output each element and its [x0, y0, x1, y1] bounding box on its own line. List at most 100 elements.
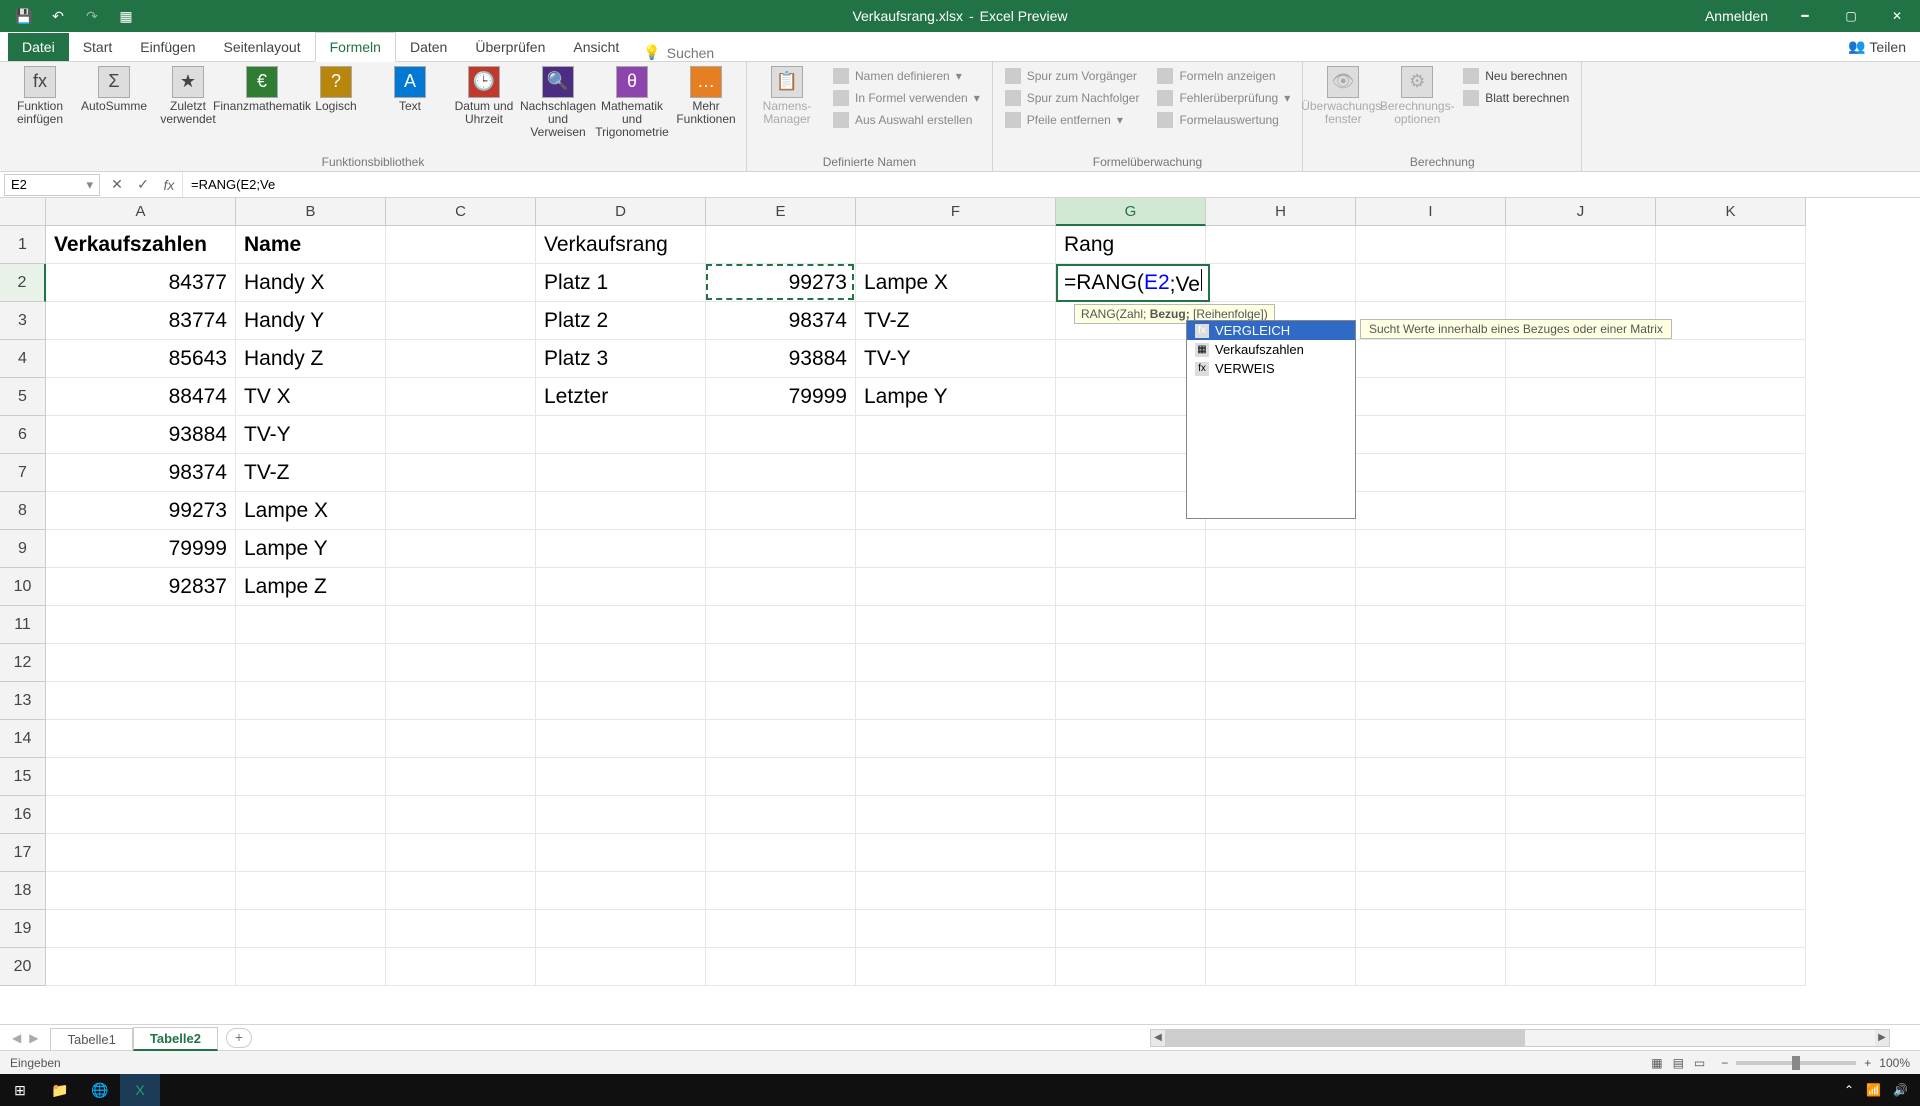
cell[interactable]: Lampe X [856, 264, 1056, 302]
active-cell-editor[interactable]: =RANG(E2;Ve [1056, 264, 1210, 302]
cell[interactable] [236, 872, 386, 910]
cell[interactable]: 92837 [46, 568, 236, 606]
cell[interactable] [1356, 492, 1506, 530]
cell[interactable] [536, 910, 706, 948]
cell[interactable] [1506, 416, 1656, 454]
cell[interactable] [1656, 796, 1806, 834]
cell[interactable] [536, 758, 706, 796]
cell[interactable] [1656, 378, 1806, 416]
formula-input[interactable]: =RANG(E2;Ve [182, 172, 1920, 197]
cell[interactable] [1056, 834, 1206, 872]
column-header[interactable]: H [1206, 198, 1356, 226]
column-header[interactable]: G [1056, 198, 1206, 226]
cell[interactable] [1506, 492, 1656, 530]
cell[interactable] [1206, 644, 1356, 682]
row-header[interactable]: 4 [0, 340, 46, 378]
cell[interactable]: Lampe Y [236, 530, 386, 568]
cell[interactable] [1356, 340, 1506, 378]
sheet-tab[interactable]: Tabelle2 [133, 1027, 218, 1051]
share-button[interactable]: 👥 Teilen [1834, 32, 1920, 61]
cell[interactable] [536, 682, 706, 720]
cell[interactable]: Lampe Z [236, 568, 386, 606]
tab-file[interactable]: Datei [8, 33, 69, 61]
cell[interactable] [856, 682, 1056, 720]
cell[interactable] [46, 682, 236, 720]
cell[interactable] [1506, 682, 1656, 720]
cell[interactable] [1656, 606, 1806, 644]
cell[interactable] [1656, 644, 1806, 682]
logical-button[interactable]: ?Logisch [304, 66, 368, 113]
cell[interactable]: 85643 [46, 340, 236, 378]
row-header[interactable]: 13 [0, 682, 46, 720]
cell[interactable]: TV-Y [856, 340, 1056, 378]
cell[interactable] [386, 720, 536, 758]
tab-start[interactable]: Start [69, 33, 127, 61]
column-header[interactable]: C [386, 198, 536, 226]
calculate-now-button[interactable]: Neu berechnen [1459, 66, 1573, 86]
text-button[interactable]: AText [378, 66, 442, 113]
cell[interactable] [1356, 834, 1506, 872]
date-time-button[interactable]: 🕒Datum und Uhrzeit [452, 66, 516, 126]
tab-nav-next-icon[interactable]: ▶ [29, 1031, 38, 1045]
normal-view-icon[interactable]: ▦ [1651, 1056, 1662, 1070]
cell[interactable] [1506, 910, 1656, 948]
cell[interactable] [1056, 948, 1206, 986]
cell[interactable] [1206, 568, 1356, 606]
row-header[interactable]: 18 [0, 872, 46, 910]
cell[interactable] [706, 948, 856, 986]
cell[interactable]: Platz 3 [536, 340, 706, 378]
cell[interactable]: 98374 [46, 454, 236, 492]
cell[interactable] [236, 758, 386, 796]
cell[interactable] [386, 454, 536, 492]
cell[interactable] [1356, 530, 1506, 568]
cell[interactable] [1206, 264, 1356, 302]
zoom-out-icon[interactable]: − [1721, 1056, 1728, 1070]
cell[interactable] [536, 454, 706, 492]
close-icon[interactable]: ✕ [1874, 0, 1920, 32]
cell[interactable] [1206, 226, 1356, 264]
cell[interactable] [536, 530, 706, 568]
cell[interactable] [386, 948, 536, 986]
network-icon[interactable]: 📶 [1866, 1083, 1881, 1097]
cell[interactable]: Platz 1 [536, 264, 706, 302]
cell[interactable] [1206, 948, 1356, 986]
column-header[interactable]: E [706, 198, 856, 226]
cell[interactable] [46, 872, 236, 910]
enter-formula-icon[interactable]: ✓ [130, 176, 156, 193]
zoom-in-icon[interactable]: + [1864, 1056, 1871, 1070]
cell[interactable] [856, 720, 1056, 758]
cell[interactable] [1356, 758, 1506, 796]
cell[interactable] [236, 948, 386, 986]
scrollbar-thumb[interactable] [1165, 1030, 1525, 1046]
row-header[interactable]: 17 [0, 834, 46, 872]
cell[interactable] [536, 796, 706, 834]
cell[interactable] [1356, 720, 1506, 758]
cell[interactable]: 99273 [706, 264, 856, 302]
excel-taskbar-icon[interactable]: X [120, 1074, 160, 1106]
cell[interactable] [1656, 758, 1806, 796]
cell[interactable] [1656, 834, 1806, 872]
cell[interactable] [856, 948, 1056, 986]
cell[interactable] [706, 226, 856, 264]
cell[interactable] [1356, 644, 1506, 682]
zoom-slider[interactable] [1736, 1061, 1856, 1065]
cell[interactable]: Platz 2 [536, 302, 706, 340]
row-header[interactable]: 8 [0, 492, 46, 530]
cancel-formula-icon[interactable]: ✕ [104, 176, 130, 193]
cell[interactable] [1656, 416, 1806, 454]
autocomplete-item[interactable]: fxVERGLEICH [1187, 321, 1355, 340]
cell[interactable] [236, 834, 386, 872]
cell[interactable]: Lampe Y [856, 378, 1056, 416]
cell[interactable]: TV-Z [236, 454, 386, 492]
row-header[interactable]: 7 [0, 454, 46, 492]
cell[interactable] [856, 454, 1056, 492]
cell[interactable] [1056, 454, 1206, 492]
column-header[interactable]: J [1506, 198, 1656, 226]
cell[interactable] [386, 796, 536, 834]
cell[interactable] [236, 910, 386, 948]
cell[interactable] [1056, 378, 1206, 416]
financial-button[interactable]: €Finanzmathematik [230, 66, 294, 113]
cell[interactable] [856, 644, 1056, 682]
cell[interactable] [1056, 340, 1206, 378]
horizontal-scrollbar[interactable]: ◀ ▶ [1150, 1029, 1890, 1047]
